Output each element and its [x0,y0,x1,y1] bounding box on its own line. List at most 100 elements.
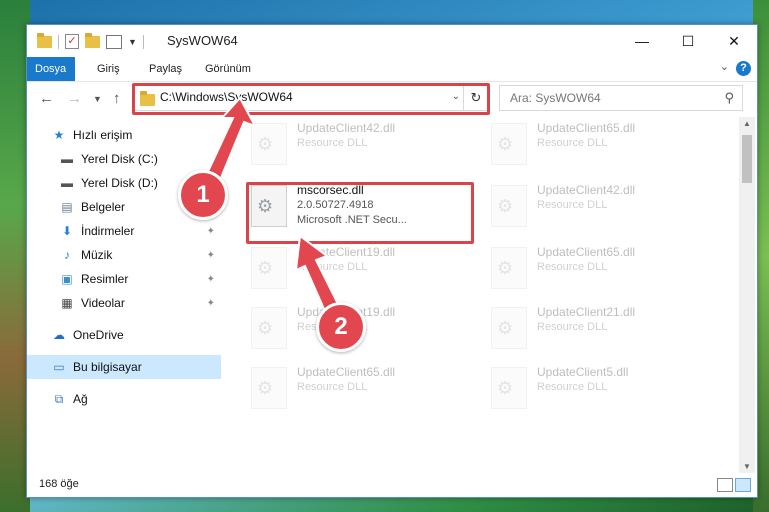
divider [58,34,59,49]
maximize-button[interactable]: ☐ [665,25,711,57]
search-placeholder: Ara: SysWOW64 [510,91,601,105]
status-bar: 168 öğe [27,473,757,497]
download-icon: ⬇ [61,224,73,238]
file-type: Resource DLL [297,137,368,149]
sidebar-item-videos[interactable]: ▦ Videolar ✦ [27,291,221,315]
file-name: UpdateClient19.dll [297,245,396,259]
minimize-button[interactable]: — [619,25,665,57]
help-icon[interactable]: ? [736,61,751,76]
back-arrow-icon[interactable]: ← [39,90,54,107]
documents-icon: ▤ [61,200,73,214]
sidebar-item-pictures[interactable]: ▣ Resimler ✦ [27,267,221,291]
pin-icon[interactable]: ✦ [207,274,215,285]
address-bar-highlight [132,83,490,115]
file-type: Resource DLL [537,137,608,149]
file-type: Resource DLL [537,199,608,211]
recent-locations-chevron-icon[interactable]: ▼ [93,94,102,104]
scrollbar-thumb[interactable] [742,135,752,183]
sidebar-item-network[interactable]: ⧉ Ağ [27,387,221,411]
new-folder-icon[interactable] [85,32,100,48]
file-type: Resource DLL [537,261,608,273]
search-input[interactable]: Ara: SysWOW64 ⚲ [499,85,743,111]
title-bar: ✓ ▼ SysWOW64 — ☐ ✕ [27,25,757,57]
list-item[interactable]: UpdateClient65.dll Resource DLL [247,361,467,413]
chevron-down-icon[interactable]: ▼ [128,37,137,47]
list-view-icon[interactable] [106,34,122,49]
folder-icon[interactable] [37,32,52,48]
pin-icon[interactable]: ✦ [207,298,215,309]
list-item[interactable]: UpdateClient65.dll Resource DLL [487,241,707,293]
sidebar-item-label: OneDrive [73,328,124,342]
vertical-scrollbar[interactable]: ▲ ▼ [739,117,755,473]
tiles-view-icon[interactable] [735,478,751,492]
scroll-down-icon[interactable]: ▼ [739,462,755,471]
tab-gorunum[interactable]: Görünüm [193,57,263,81]
file-type: Resource DLL [297,261,368,273]
file-name: UpdateClient5.dll [537,365,629,379]
sidebar-item-label: İndirmeler [81,224,135,238]
file-name: UpdateClient42.dll [297,121,396,135]
sidebar-item-disk-c[interactable]: ▬ Yerel Disk (C:) [27,147,221,171]
dll-file-icon [251,307,287,349]
window-title: SysWOW64 [167,33,238,48]
file-type: Resource DLL [537,321,608,333]
pictures-icon: ▣ [61,272,73,286]
tab-paylas[interactable]: Paylaş [137,57,194,81]
list-item[interactable]: UpdateClient5.dll Resource DLL [487,361,707,413]
dll-file-icon [491,307,527,349]
dll-file-icon [491,123,527,165]
sidebar-item-label: Yerel Disk (C:) [81,152,158,166]
item-count: 168 öğe [39,478,79,490]
quick-access-toolbar: ✓ ▼ [37,32,144,49]
ribbon-tabs: Dosya Giriş Paylaş Görünüm ⌄ ? [27,57,757,82]
sidebar-item-music[interactable]: ♪ Müzik ✦ [27,243,221,267]
sidebar-item-this-pc[interactable]: ▭ Bu bilgisayar [27,355,221,379]
pin-icon[interactable]: ✦ [207,250,215,261]
sidebar-item-label: Yerel Disk (D:) [81,176,158,190]
dll-file-icon [491,185,527,227]
list-item[interactable]: UpdateClient19.dll Resource DLL [247,241,467,293]
navigation-pane: ★ Hızlı erişim ▬ Yerel Disk (C:) ▬ Yerel… [27,117,221,473]
search-icon[interactable]: ⚲ [724,90,734,106]
list-item[interactable]: UpdateClient42.dll Resource DLL [487,179,707,231]
sidebar-item-quick-access[interactable]: ★ Hızlı erişim [27,123,221,147]
file-name: UpdateClient65.dll [297,365,396,379]
dll-file-icon [491,247,527,289]
list-item[interactable]: UpdateClient42.dll Resource DLL [247,117,467,169]
video-icon: ▦ [61,296,73,310]
divider [142,34,144,49]
sidebar-item-label: Ağ [73,392,88,406]
file-name: UpdateClient42.dll [537,183,636,197]
dll-file-icon [251,247,287,289]
cloud-icon: ☁ [53,328,65,342]
close-button[interactable]: ✕ [711,25,757,57]
sidebar-item-label: Belgeler [81,200,126,214]
music-icon: ♪ [64,248,70,262]
collapse-ribbon-icon[interactable]: ⌄ [720,60,729,73]
pin-icon[interactable]: ✦ [207,226,215,237]
scroll-up-icon[interactable]: ▲ [739,119,755,128]
tab-giris[interactable]: Giriş [85,57,132,81]
dll-file-icon [251,123,287,165]
sidebar-item-downloads[interactable]: ⬇ İndirmeler ✦ [27,219,221,243]
step-badge-1: 1 [178,170,228,220]
file-highlight [246,182,474,244]
step-badge-2: 2 [316,302,366,352]
file-type: Resource DLL [537,381,608,393]
file-list: UpdateClient42.dll Resource DLL mscorsec… [235,117,735,473]
properties-check-icon[interactable]: ✓ [65,34,79,49]
sidebar-item-label: Bu bilgisayar [73,360,142,374]
up-arrow-icon[interactable]: ↑ [113,90,121,107]
sidebar-item-label: Müzik [81,248,113,262]
sidebar-item-label: Resimler [81,272,129,286]
tab-dosya[interactable]: Dosya [27,57,75,81]
file-name: UpdateClient21.dll [537,305,636,319]
list-item[interactable]: UpdateClient65.dll Resource DLL [487,117,707,169]
list-item[interactable]: UpdateClient21.dll Resource DLL [487,301,707,353]
computer-icon: ▭ [53,360,65,374]
dll-file-icon [491,367,527,409]
drive-icon: ▬ [61,152,73,166]
sidebar-item-onedrive[interactable]: ☁ OneDrive [27,323,221,347]
details-view-icon[interactable] [717,478,733,492]
forward-arrow-icon[interactable]: → [67,90,82,107]
